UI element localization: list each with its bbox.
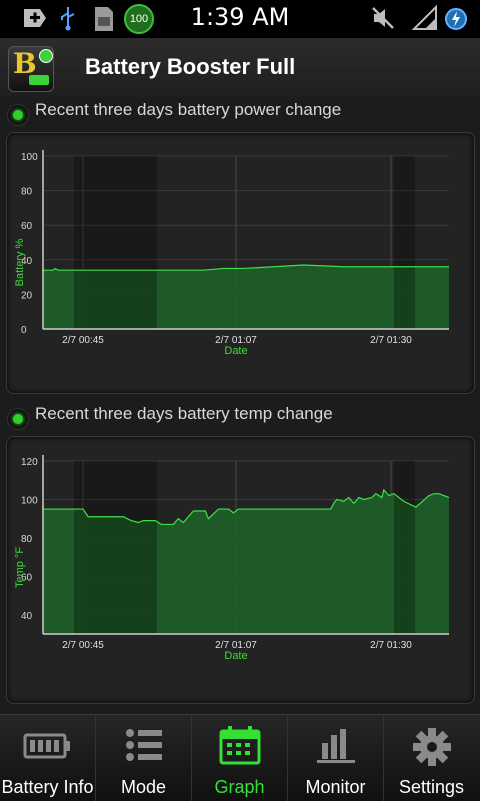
bottom-tab-bar: Battery Info Mode Graph Monitor Settings [0,714,480,801]
tab-label: Graph [214,777,265,797]
list-icon [125,729,162,761]
calendar-icon [219,726,260,765]
bar-chart-icon [316,729,355,763]
y-tick-label: 120 [21,457,38,468]
section-label: Recent three days battery temp change [35,404,333,423]
status-bar: 100 1:39 AM [0,0,480,38]
section-label: Recent three days battery power change [35,100,342,119]
tab-label: Mode [120,777,167,797]
tab-label: Monitor [305,777,366,797]
chart-panel-battery: 100 80 60 40 20 0 2/7 00:45 2/7 01:07 2/7 01:30 D… [6,132,475,394]
chart-panel-temp: 120 100 80 60 40 2/7 00:45 2/7 01:07 2/7 01:30 D… [6,436,475,704]
temp-chart: 1201008060402/7 00:45 2/7 01:07 2/7 01:30D… [14,455,450,662]
x-axis-label: Date [224,650,247,662]
y-tick-label: 100 [21,152,38,163]
tab-graph[interactable]: Graph [192,715,288,801]
y-tick-label: 40 [21,611,33,622]
y-tick-label: 100 [21,495,38,506]
y-tick-label: 20 [21,290,33,301]
y-tick-label: 0 [21,325,27,336]
tab-mode[interactable]: Mode [96,715,192,801]
y-tick-label: 60 [21,221,33,232]
tab-label: Battery Info [1,777,94,797]
x-axis-label: Date [224,345,247,357]
app-icon: B [8,46,54,92]
tab-monitor[interactable]: Monitor [288,715,384,801]
signal-icon [412,5,437,30]
mute-icon [372,7,394,29]
section-header-battery-power: Recent three days battery power change [0,100,480,130]
gear-icon [412,728,451,766]
y-tick-label: 80 [21,187,33,198]
battery-chart: 1008060402002/7 00:45 2/7 01:07 2/7 01:30D… [14,150,449,357]
tab-label: Settings [398,777,465,797]
graph-content[interactable]: Recent three days battery power change 1… [0,98,480,714]
shaded-band [74,156,157,329]
x-tick-label: 2/7 01:30 [370,640,412,651]
shaded-band [74,461,157,634]
status-dot-icon [8,409,28,429]
y-axis-label: Battery % [14,238,26,286]
battery-charging-icon [445,8,467,30]
status-clock: 1:39 AM [190,3,290,31]
tab-battery-info[interactable]: Battery Info [0,715,96,801]
app-title-bar: B Battery Booster Full [0,38,480,99]
status-dot-icon [8,105,28,125]
x-tick-label: 2/7 00:45 [62,640,104,651]
shaded-band [394,461,415,634]
x-tick-label: 2/7 01:30 [370,335,412,346]
tab-settings[interactable]: Settings [384,715,479,801]
section-header-battery-temp: Recent three days battery temp change [0,404,480,434]
y-tick-label: 80 [21,534,33,545]
x-tick-label: 2/7 00:45 [62,335,104,346]
y-axis-label: Temp °F [14,547,26,588]
app-title: Battery Booster Full [85,54,296,79]
shaded-band [394,156,415,329]
battery-icon [23,733,70,759]
